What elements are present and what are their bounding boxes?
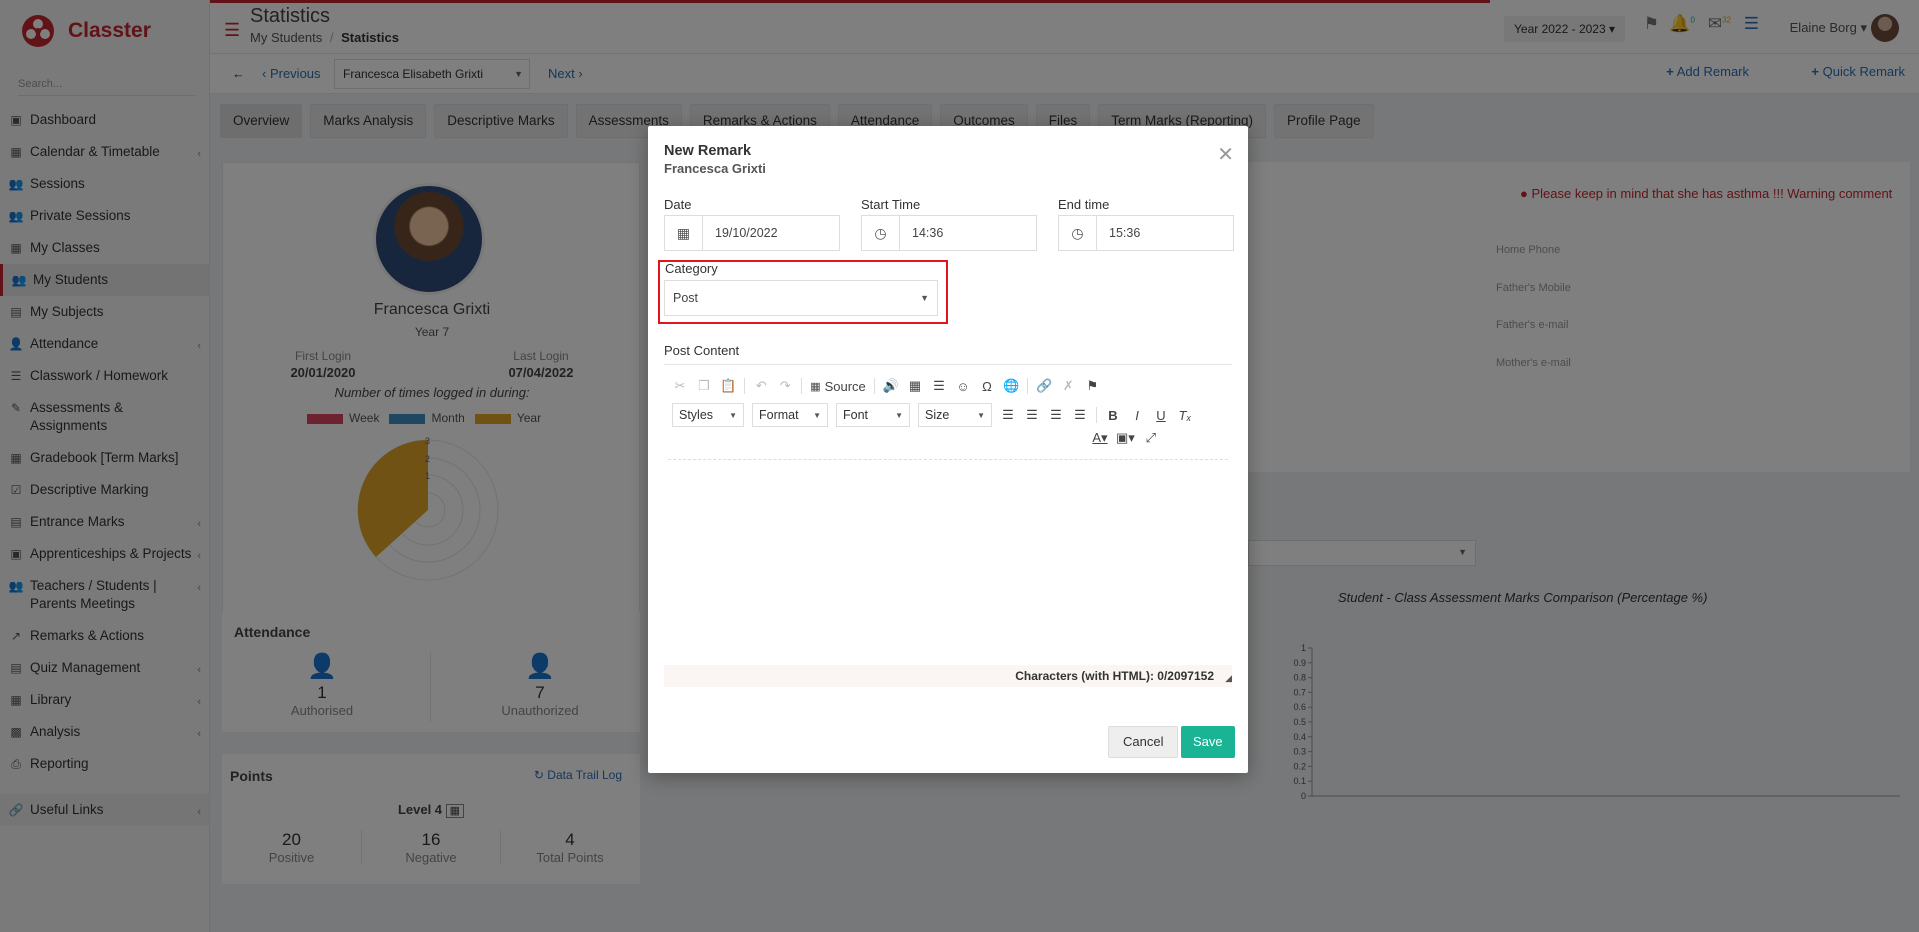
close-icon[interactable]: ✕ [1217, 142, 1234, 167]
iframe-icon[interactable]: 🌐 [1003, 377, 1019, 395]
chevron-down-icon: ▼ [729, 410, 737, 420]
start-time-value: 14:36 [912, 226, 944, 240]
character-count: Characters (with HTML): 0/2097152 [664, 665, 1232, 687]
calendar-icon[interactable]: ▦ [665, 216, 703, 250]
table-icon[interactable]: ▦ [907, 377, 923, 395]
remove-format-icon[interactable]: Tₓ [1177, 406, 1193, 424]
align-center-icon[interactable]: ☰ [1024, 406, 1040, 424]
source-button[interactable]: ▦ Source [810, 377, 866, 395]
toolbar-separator [801, 378, 803, 394]
toolbar-separator [744, 378, 746, 394]
omega-icon[interactable]: Ω [979, 377, 995, 395]
editor-content-area[interactable] [668, 459, 1228, 659]
redo-icon[interactable]: ↷ [777, 377, 793, 395]
align-left-icon[interactable]: ☰ [1000, 406, 1016, 424]
styles-combo[interactable]: Styles ▼ [672, 403, 744, 427]
toolbar-separator [873, 378, 875, 394]
resize-handle-icon[interactable]: ◢ [1225, 673, 1232, 684]
chevron-down-icon: ▼ [895, 410, 903, 420]
clock-icon[interactable]: ◷ [1059, 216, 1097, 250]
align-right-icon[interactable]: ☰ [1048, 406, 1064, 424]
category-label: Category [665, 261, 718, 276]
size-label: Size [925, 408, 950, 422]
new-remark-modal: New Remark Francesca Grixti ✕ Date ▦ 19/… [648, 126, 1248, 773]
chevron-down-icon: ▼ [920, 293, 929, 303]
undo-icon[interactable]: ↶ [753, 377, 769, 395]
category-value: Post [673, 291, 699, 305]
chevron-down-icon: ▼ [977, 410, 985, 420]
font-label: Font [843, 408, 869, 422]
size-combo[interactable]: Size ▼ [918, 403, 992, 427]
modal-subtitle: Francesca Grixti [664, 161, 766, 176]
unlink-icon[interactable]: ✗ [1060, 377, 1076, 395]
editor-toolbar-row-2: Styles ▼ Format ▼ Font ▼ Size ▼ ☰ ☰ ☰ ☰ B I … [672, 403, 1193, 427]
date-value: 19/10/2022 [715, 226, 778, 240]
source-icon: ▦ [810, 380, 821, 393]
align-justify-icon[interactable]: ☰ [1072, 406, 1088, 424]
maximize-icon[interactable]: ⤢ [1143, 429, 1159, 447]
cut-icon[interactable]: ✂ [672, 377, 688, 395]
editor-toolbar-row-3: A▾ ▣▾ ⤢ [1092, 429, 1159, 447]
audio-icon[interactable]: 🔊 [883, 377, 899, 395]
clock-icon[interactable]: ◷ [862, 216, 900, 250]
toolbar-separator [1096, 407, 1097, 423]
underline-icon[interactable]: U [1153, 406, 1169, 424]
toolbar-separator [1027, 378, 1029, 394]
end-time-field[interactable]: ◷ 15:36 [1058, 215, 1234, 251]
end-time-label: End time [1058, 197, 1110, 212]
format-label: Format [759, 408, 799, 422]
start-time-label: Start Time [861, 197, 921, 212]
cancel-button[interactable]: Cancel [1108, 726, 1179, 758]
source-label: Source [824, 378, 866, 394]
format-combo[interactable]: Format ▼ [752, 403, 828, 427]
date-label: Date [664, 197, 692, 212]
editor-toolbar-row-1: ✂ ❐ 📋 ↶ ↷ ▦ Source 🔊 ▦ ☰ ☺ Ω 🌐 🔗 ✗ ⚑ [672, 377, 1100, 395]
background-color-icon[interactable]: ▣▾ [1116, 429, 1135, 447]
paste-icon[interactable]: 📋 [720, 377, 736, 395]
category-select[interactable]: Post ▼ [664, 280, 938, 316]
save-button[interactable]: Save [1181, 726, 1235, 758]
anchor-flag-icon[interactable]: ⚑ [1084, 377, 1100, 395]
italic-icon[interactable]: I [1129, 406, 1145, 424]
styles-label: Styles [679, 408, 714, 422]
modal-title: New Remark [664, 143, 752, 159]
smiley-icon[interactable]: ☺ [955, 377, 971, 395]
copy-icon[interactable]: ❐ [696, 377, 712, 395]
horizontal-line-icon[interactable]: ☰ [931, 377, 947, 395]
font-combo[interactable]: Font ▼ [836, 403, 910, 427]
post-content-label: Post Content [664, 343, 740, 358]
chevron-down-icon: ▼ [813, 410, 821, 420]
bold-icon[interactable]: B [1105, 406, 1121, 424]
text-color-icon[interactable]: A▾ [1092, 429, 1108, 447]
start-time-field[interactable]: ◷ 14:36 [861, 215, 1037, 251]
link-icon[interactable]: 🔗 [1036, 377, 1052, 395]
end-time-value: 15:36 [1109, 226, 1141, 240]
rich-text-editor: ✂ ❐ 📋 ↶ ↷ ▦ Source 🔊 ▦ ☰ ☺ Ω 🌐 🔗 ✗ ⚑ Styl… [664, 364, 1232, 687]
date-field[interactable]: ▦ 19/10/2022 [664, 215, 840, 251]
